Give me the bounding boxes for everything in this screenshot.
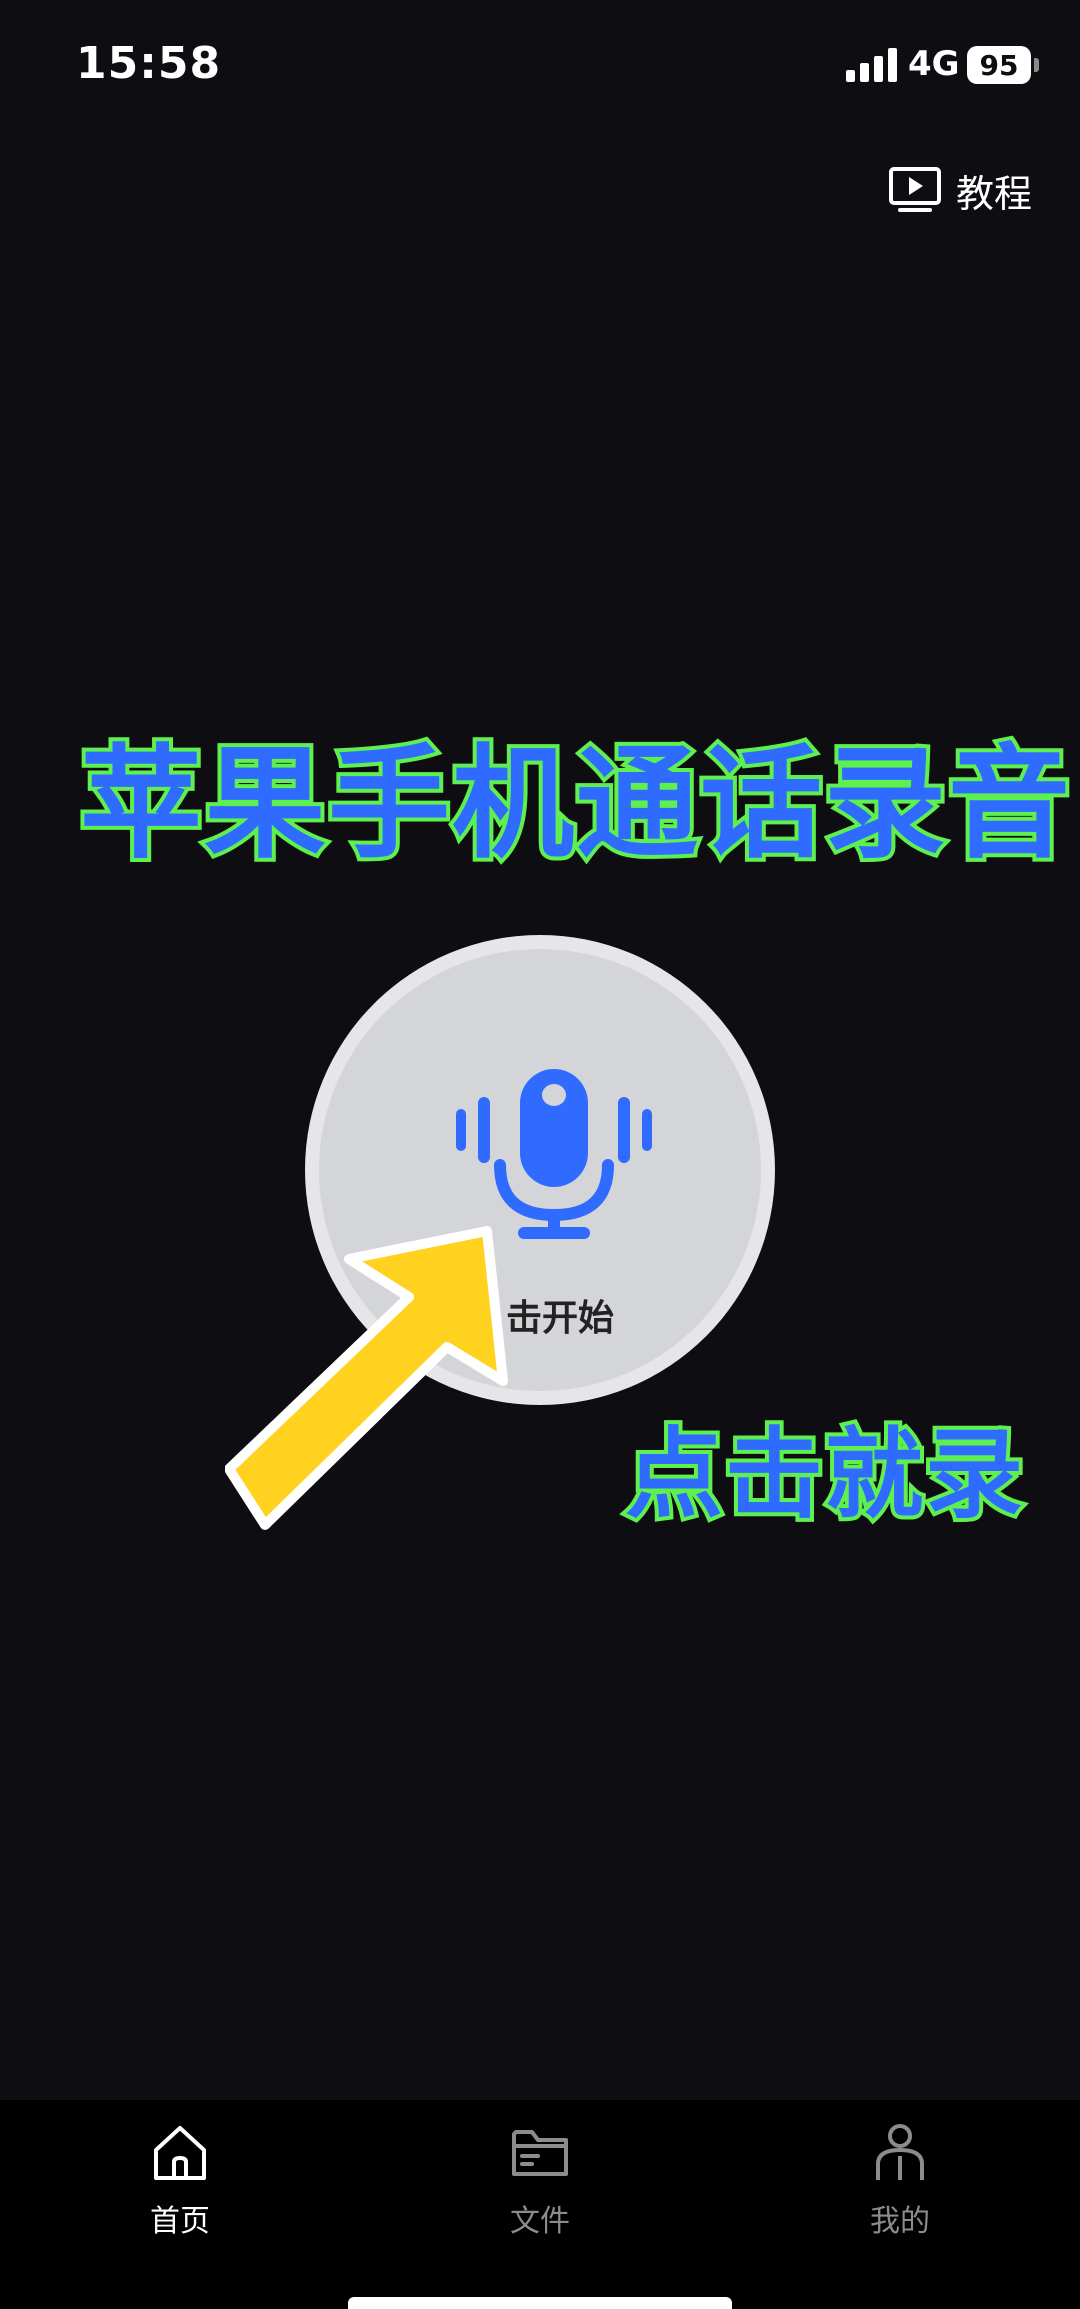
tab-mine[interactable]: 我的 — [800, 2120, 1000, 2240]
arrow-pointer-icon — [225, 1226, 508, 1530]
microphone-icon — [456, 1069, 652, 1239]
tab-mine-label: 我的 — [870, 2204, 930, 2239]
play-video-icon — [888, 167, 941, 212]
app-screen: 15:58 4G 95 教程 苹果手机通话录音 击开始 点击就录 首页 文件 我… — [0, 0, 1080, 2309]
bottom-tab-bar: 首页 文件 我的 — [0, 2100, 1080, 2309]
tab-files[interactable]: 文件 — [440, 2120, 640, 2240]
folder-icon — [512, 2130, 568, 2176]
battery-level: 95 — [967, 46, 1031, 84]
tab-home-label: 首页 — [150, 2204, 210, 2239]
tutorial-button[interactable]: 教程 — [888, 162, 1032, 218]
user-icon — [876, 2124, 924, 2180]
status-time: 15:58 — [76, 38, 222, 89]
battery-icon: 95 — [967, 46, 1039, 84]
network-type: 4G — [908, 44, 960, 84]
signal-icon — [846, 48, 897, 82]
tab-home[interactable]: 首页 — [80, 2120, 280, 2240]
tab-files-label: 文件 — [510, 2204, 570, 2239]
tutorial-label: 教程 — [955, 171, 1032, 216]
status-bar: 15:58 4G 95 — [0, 0, 1080, 130]
hint-caption: 点击就录 — [621, 1414, 1027, 1536]
home-indicator — [348, 2297, 732, 2309]
title-caption: 苹果手机通话录音 — [76, 729, 1074, 879]
home-icon — [154, 2126, 206, 2180]
battery-tip — [1034, 58, 1039, 72]
